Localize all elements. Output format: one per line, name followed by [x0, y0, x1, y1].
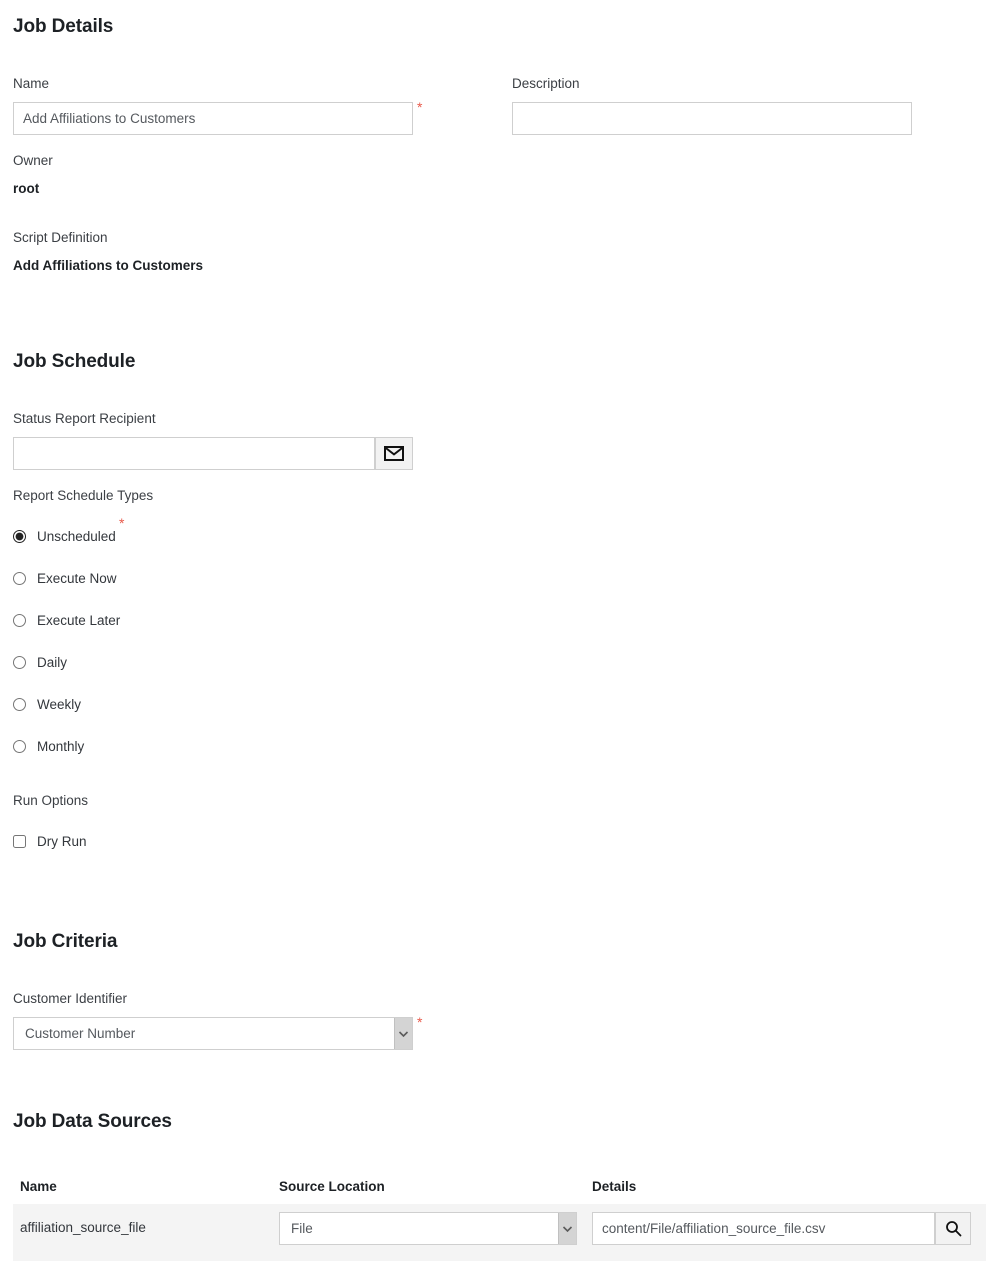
schedule-option-weekly[interactable]: Weekly [13, 695, 81, 713]
chevron-down-icon[interactable] [394, 1018, 412, 1049]
schedule-option-daily-radio[interactable] [13, 655, 26, 669]
run-options-label: Run Options [13, 793, 89, 808]
dry-run-label: Dry Run [37, 833, 87, 849]
details-path-input[interactable] [592, 1212, 935, 1245]
owner-label: Owner [13, 153, 53, 168]
schedule-option-execute-later-radio[interactable] [13, 613, 26, 627]
search-icon [945, 1220, 962, 1237]
name-required-asterisk: * [417, 99, 423, 115]
dry-run-checkbox[interactable] [13, 834, 26, 848]
dry-run-checkbox-row[interactable]: Dry Run [13, 832, 87, 850]
job-criteria-heading: Job Criteria [13, 931, 118, 952]
envelope-icon [384, 446, 404, 461]
customer-identifier-select[interactable]: Customer Number [13, 1017, 413, 1050]
name-label: Name [13, 76, 50, 91]
column-header-source-location: Source Location [279, 1179, 385, 1194]
script-definition-value: Add Affiliations to Customers [13, 258, 204, 273]
source-location-selected-value: File [291, 1221, 313, 1236]
schedule-option-execute-now-radio[interactable] [13, 571, 26, 585]
cell-data-source-name: affiliation_source_file [20, 1220, 146, 1235]
schedule-option-weekly-label: Weekly [37, 696, 82, 712]
details-browse-button[interactable] [935, 1212, 971, 1245]
customer-identifier-selected-value: Customer Number [25, 1026, 136, 1041]
job-details-heading: Job Details [13, 16, 114, 37]
schedule-option-monthly[interactable]: Monthly [13, 737, 84, 755]
name-input[interactable] [13, 102, 413, 135]
status-report-recipient-label: Status Report Recipient [13, 411, 156, 426]
description-input[interactable] [512, 102, 912, 135]
owner-value: root [13, 181, 40, 196]
schedule-option-execute-now[interactable]: Execute Now [13, 569, 117, 587]
description-label: Description [512, 76, 580, 91]
column-header-name: Name [20, 1179, 57, 1194]
schedule-option-execute-later[interactable]: Execute Later [13, 611, 120, 629]
column-header-details: Details [592, 1179, 637, 1194]
schedule-option-unscheduled-label: Unscheduled [37, 528, 116, 544]
customer-identifier-label: Customer Identifier [13, 991, 128, 1006]
status-report-recipient-input[interactable] [13, 437, 375, 470]
schedule-option-unscheduled[interactable]: Unscheduled [13, 527, 116, 545]
script-definition-label: Script Definition [13, 230, 108, 245]
job-data-sources-heading: Job Data Sources [13, 1111, 172, 1132]
schedule-option-execute-later-label: Execute Later [37, 612, 121, 628]
report-schedule-types-required-asterisk: * [119, 515, 125, 531]
schedule-option-daily[interactable]: Daily [13, 653, 67, 671]
email-recipient-button[interactable] [375, 437, 413, 470]
customer-identifier-required-asterisk: * [417, 1014, 423, 1030]
schedule-option-monthly-radio[interactable] [13, 739, 26, 753]
schedule-option-unscheduled-radio[interactable] [13, 529, 26, 543]
schedule-option-execute-now-label: Execute Now [37, 570, 117, 586]
source-location-select[interactable]: File [279, 1212, 577, 1245]
source-location-chevron-down-icon[interactable] [558, 1213, 576, 1244]
job-schedule-heading: Job Schedule [13, 351, 136, 372]
job-configuration-page: Job Details Name * Description Owner roo… [0, 0, 986, 1261]
schedule-option-daily-label: Daily [37, 654, 68, 670]
report-schedule-types-label: Report Schedule Types [13, 488, 154, 503]
schedule-option-monthly-label: Monthly [37, 738, 85, 754]
schedule-option-weekly-radio[interactable] [13, 697, 26, 711]
